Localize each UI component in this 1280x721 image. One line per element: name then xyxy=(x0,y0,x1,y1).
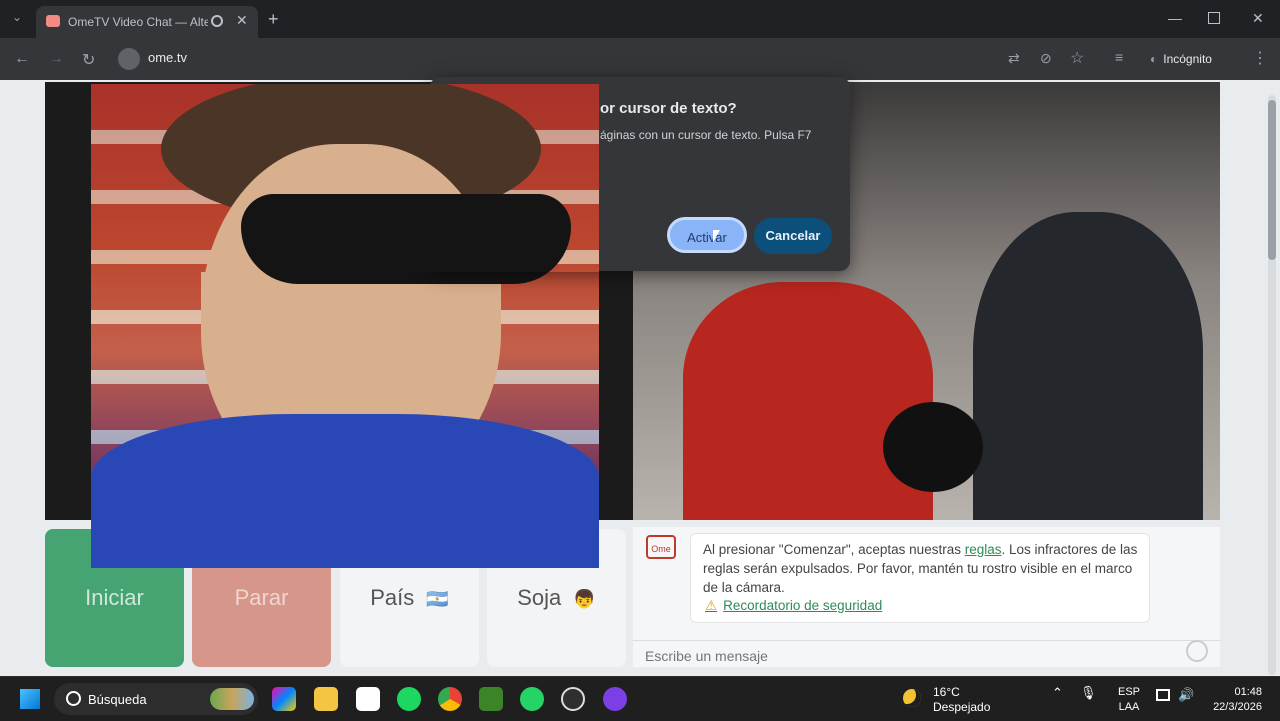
app-icon[interactable] xyxy=(603,687,627,711)
search-label: Búsqueda xyxy=(88,692,147,707)
address-bar-row: ← → ↻ ome.tv ⇄ ⊘ ☆ ≡ ◐ Incógnito ⋮ xyxy=(0,38,1280,80)
volume-icon[interactable]: 🔊 xyxy=(1178,687,1194,703)
browser-tab[interactable]: OmeTV Video Chat — Alter ✕ xyxy=(36,6,258,38)
notice-prefix: Al presionar "Comenzar", aceptas nuestra… xyxy=(703,542,965,557)
gender-label: Soja xyxy=(517,585,562,610)
country-label: País xyxy=(370,585,415,610)
system-message: Al presionar "Comenzar", aceptas nuestra… xyxy=(690,533,1150,623)
incognito-icon: ◐ xyxy=(1150,52,1158,66)
bookmark-star-icon[interactable]: ☆ xyxy=(1070,48,1084,68)
close-window-button[interactable]: ✕ xyxy=(1252,10,1264,27)
person-black-hoodie xyxy=(973,212,1203,520)
cancel-button[interactable]: Cancelar xyxy=(754,218,832,254)
microphone-icon[interactable]: 🎙 xyxy=(1080,685,1097,700)
minecraft-icon[interactable] xyxy=(479,687,503,711)
clock-time: 01:48 xyxy=(1234,686,1262,698)
forward-icon[interactable]: → xyxy=(48,50,64,68)
chrome-icon[interactable] xyxy=(438,687,462,711)
incognito-label: Incógnito xyxy=(1163,52,1212,66)
store-icon[interactable] xyxy=(356,687,380,711)
tab-bar: ⌄ OmeTV Video Chat — Alter ✕ + — ✕ xyxy=(0,0,1280,38)
blue-shirt xyxy=(91,414,599,568)
recording-icon xyxy=(211,15,223,27)
copilot-icon[interactable] xyxy=(272,687,296,711)
whatsapp-icon[interactable] xyxy=(520,687,544,711)
clock[interactable]: 01:48 22/3/2026 xyxy=(1206,685,1262,715)
dialog-title: or cursor de texto? xyxy=(600,100,737,117)
emoji-icon[interactable] xyxy=(1186,640,1208,662)
rules-link[interactable]: reglas xyxy=(965,542,1002,557)
new-tab-button[interactable]: + xyxy=(268,9,279,30)
moon-icon xyxy=(903,689,921,707)
weather-condition: Despejado xyxy=(933,700,991,714)
lang-bottom: LAA xyxy=(1118,701,1140,713)
ometv-favicon-icon xyxy=(46,15,60,27)
person-red-jacket xyxy=(683,282,933,520)
system-tray: ⌃ 🎙 xyxy=(1052,685,1096,701)
message-input[interactable] xyxy=(633,640,1220,670)
windows-start-icon[interactable] xyxy=(20,689,40,709)
language-indicator[interactable]: ESP LAA xyxy=(1118,685,1140,715)
tab-title: OmeTV Video Chat — Alter xyxy=(68,15,208,29)
weather-temp: 16°C xyxy=(933,685,960,699)
activate-button[interactable]: Activar xyxy=(667,217,747,253)
file-explorer-icon[interactable] xyxy=(314,687,338,711)
scrollbar-thumb[interactable] xyxy=(1268,100,1276,260)
minimize-button[interactable]: — xyxy=(1168,10,1182,26)
dialog-body: áginas con un cursor de texto. Pulsa F7 xyxy=(600,128,812,142)
microphone xyxy=(883,402,983,492)
incognito-badge[interactable]: ◐ Incógnito xyxy=(1150,47,1232,71)
spotify-icon[interactable] xyxy=(397,687,421,711)
boy-emoji-icon: 👦 xyxy=(573,589,596,609)
chevron-up-icon[interactable]: ⌃ xyxy=(1052,685,1063,700)
ometv-tv-icon: Ome xyxy=(646,535,676,559)
lang-top: ESP xyxy=(1118,686,1141,698)
mouse-cursor-icon xyxy=(713,230,720,242)
clock-date: 22/3/2026 xyxy=(1213,701,1262,713)
safety-link-label: Recordatorio de seguridad xyxy=(723,598,883,613)
caret-browsing-dialog: or cursor de texto? áginas con un cursor… xyxy=(430,77,850,271)
reload-icon[interactable]: ↻ xyxy=(82,50,95,70)
search-icon xyxy=(66,691,81,706)
warning-icon: ⚠ xyxy=(705,598,718,613)
close-tab-icon[interactable]: ✕ xyxy=(236,12,248,29)
maximize-button[interactable] xyxy=(1208,12,1220,24)
tab-list-dropdown-icon[interactable]: ⌄ xyxy=(12,10,22,24)
obs-icon[interactable] xyxy=(561,687,585,711)
search-highlight-image xyxy=(210,688,254,710)
taskbar-search[interactable]: Búsqueda xyxy=(54,683,258,715)
menu-icon[interactable]: ⋮ xyxy=(1252,48,1268,68)
url-field[interactable]: ome.tv xyxy=(148,50,187,65)
eye-off-icon[interactable]: ⊘ xyxy=(1040,50,1052,67)
site-info-icon[interactable] xyxy=(118,48,140,70)
network-icon[interactable] xyxy=(1156,689,1170,701)
safety-reminder-link[interactable]: ⚠ Recordatorio de seguridad xyxy=(705,596,882,615)
back-icon[interactable]: ← xyxy=(14,50,30,68)
translate-icon[interactable]: ⇄ xyxy=(1008,50,1020,67)
reading-list-icon[interactable]: ≡ xyxy=(1115,49,1123,65)
argentina-flag-icon: 🇦🇷 xyxy=(426,589,449,609)
windows-taskbar: Búsqueda 16°C Despejado ⌃ 🎙 ESP LAA 🔊 01… xyxy=(0,676,1280,721)
